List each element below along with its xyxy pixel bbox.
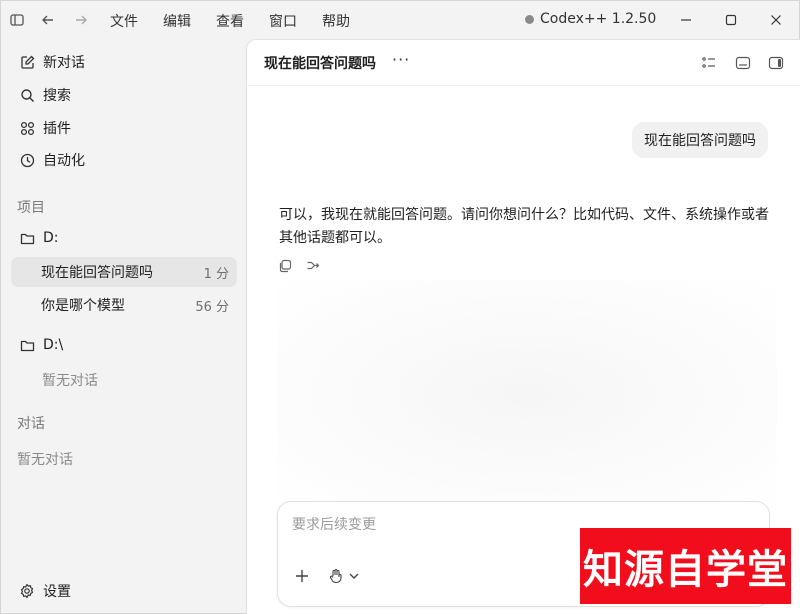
- thread-title: 现在能回答问题吗: [41, 265, 153, 281]
- main-header: 现在能回答问题吗 ···: [247, 40, 800, 86]
- close-icon[interactable]: [763, 7, 789, 33]
- new-chat-icon: [19, 54, 35, 70]
- thread-item-active[interactable]: 现在能回答问题吗 1 分: [11, 257, 237, 287]
- app-title-text: Codex++ 1.2.50: [540, 11, 657, 27]
- sidebar-item-label: 搜索: [43, 88, 71, 104]
- empty-project-note: 暂无对话: [42, 373, 98, 389]
- project-folder-d-root[interactable]: D:\: [11, 330, 237, 360]
- copy-icon[interactable]: [277, 258, 293, 274]
- sidebar-item-label: 自动化: [43, 153, 85, 169]
- menu-help[interactable]: 帮助: [322, 11, 350, 31]
- message-actions: [277, 258, 321, 274]
- add-attachment-button[interactable]: [292, 566, 312, 586]
- thread-item[interactable]: 你是哪个模型 56 分: [11, 290, 237, 320]
- projects-section-label: 项目: [17, 200, 45, 216]
- sidebar-item-search[interactable]: 搜索: [11, 80, 237, 110]
- project-name: D:: [43, 230, 59, 246]
- page-title: 现在能回答问题吗: [264, 56, 376, 72]
- side-panel-icon[interactable]: [767, 54, 785, 72]
- menu-edit[interactable]: 编辑: [163, 11, 191, 31]
- watermark-text: 知源自学堂: [583, 547, 788, 593]
- back-arrow-icon[interactable]: [38, 10, 58, 30]
- user-message: 现在能回答问题吗: [632, 122, 768, 158]
- fork-icon[interactable]: [305, 258, 321, 274]
- title-bar: 文件 编辑 查看 窗口 帮助 Codex++ 1.2.50: [1, 1, 800, 39]
- plugins-icon: [19, 120, 35, 136]
- project-name: D:\: [43, 337, 64, 353]
- thread-time: 1 分: [203, 266, 229, 282]
- watermark-banner: 知源自学堂: [580, 528, 791, 604]
- folder-icon: [19, 337, 35, 353]
- thread-time: 56 分: [195, 299, 229, 315]
- empty-chats-note: 暂无对话: [17, 452, 73, 468]
- sidebar: 新对话 搜索 插件 自动化 项目 D: 现在能回答问题吗 1 分 你是哪个模型 …: [1, 39, 246, 614]
- forward-arrow-icon[interactable]: [71, 10, 91, 30]
- maximize-icon[interactable]: [718, 7, 744, 33]
- terminal-panel-icon[interactable]: [734, 54, 752, 72]
- project-folder-d[interactable]: D:: [11, 223, 237, 253]
- menu-view[interactable]: 查看: [216, 11, 244, 31]
- more-options-button[interactable]: ···: [392, 50, 410, 69]
- sidebar-item-plugins[interactable]: 插件: [11, 113, 237, 143]
- sidebar-item-automation[interactable]: 自动化: [11, 145, 237, 175]
- app-window: 文件 编辑 查看 窗口 帮助 Codex++ 1.2.50 新对话 搜索 插件 …: [0, 0, 800, 614]
- app-title: Codex++ 1.2.50: [525, 11, 656, 27]
- thread-title: 你是哪个模型: [41, 298, 125, 314]
- sidebar-item-new-chat[interactable]: 新对话: [11, 47, 237, 77]
- sidebar-toggle-icon[interactable]: [7, 10, 27, 30]
- approval-mode-button[interactable]: [328, 566, 360, 586]
- settings-button[interactable]: 设置: [11, 576, 237, 606]
- minimize-icon[interactable]: [673, 7, 699, 33]
- settings-label: 设置: [43, 584, 71, 600]
- chats-section-label: 对话: [17, 416, 45, 432]
- sidebar-item-label: 新对话: [43, 55, 85, 71]
- clock-icon: [19, 152, 35, 168]
- status-dot-icon: [525, 14, 534, 24]
- search-icon: [19, 87, 35, 103]
- menu-file[interactable]: 文件: [110, 11, 138, 31]
- sidebar-item-label: 插件: [43, 121, 71, 137]
- checklist-icon[interactable]: [700, 54, 718, 72]
- gear-icon: [19, 583, 35, 599]
- blurred-content: [277, 280, 777, 510]
- chevron-down-icon: [348, 570, 360, 582]
- menu-window[interactable]: 窗口: [269, 11, 297, 31]
- hand-icon: [328, 568, 344, 584]
- folder-icon: [19, 230, 35, 246]
- assistant-message: 可以，我现在就能回答问题。请问你想问什么？比如代码、文件、系统操作或者其他话题都…: [279, 207, 769, 246]
